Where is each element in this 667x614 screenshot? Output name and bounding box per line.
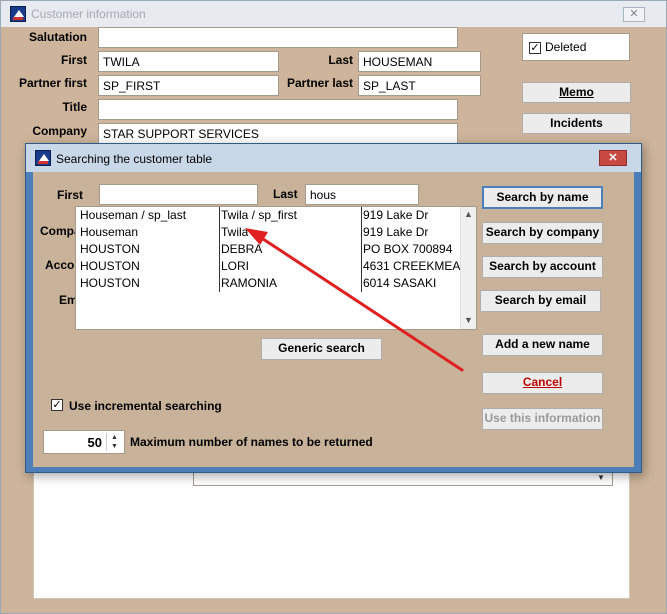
results-scrollbar[interactable]: ▲ ▼ bbox=[460, 207, 476, 329]
memo-button[interactable]: Memo bbox=[522, 82, 631, 103]
search-dialog-close-button[interactable]: ✕ bbox=[599, 150, 627, 166]
search-dialog-titlebar: Searching the customer table ✕ bbox=[26, 144, 641, 172]
result-row[interactable]: HOUSTON LORI 4631 CREEKMEA bbox=[76, 258, 461, 275]
customer-window-title: Customer information bbox=[31, 7, 146, 21]
spin-up-icon[interactable]: ▲ bbox=[107, 433, 122, 442]
search-first-input[interactable] bbox=[99, 184, 258, 205]
result-first-cell: LORI bbox=[221, 259, 250, 273]
result-address-cell: 919 Lake Dr bbox=[363, 225, 429, 239]
result-address-cell: 919 Lake Dr bbox=[363, 208, 429, 222]
partner-last-field[interactable]: SP_LAST bbox=[358, 75, 481, 96]
partner-first-label: Partner first bbox=[18, 76, 87, 90]
result-first-cell: RAMONIA bbox=[221, 276, 278, 290]
company-field[interactable]: STAR SUPPORT SERVICES bbox=[98, 123, 458, 144]
title-label: Title bbox=[62, 100, 87, 114]
result-address-cell: 4631 CREEKMEA bbox=[363, 259, 461, 273]
result-row[interactable]: Houseman Twila 919 Lake Dr bbox=[76, 224, 461, 241]
last-name-field[interactable]: HOUSEMAN bbox=[358, 51, 481, 72]
result-name-cell: HOUSTON bbox=[80, 242, 140, 256]
search-last-label: Last bbox=[273, 187, 298, 201]
result-row[interactable]: HOUSTON RAMONIA 6014 SASAKI bbox=[76, 275, 461, 292]
company-label: Company bbox=[32, 124, 87, 138]
max-names-stepper[interactable]: 50 ▲ ▼ bbox=[43, 430, 125, 454]
search-last-input[interactable]: hous bbox=[305, 184, 419, 205]
result-row[interactable]: Houseman / sp_last Twila / sp_first 919 … bbox=[76, 207, 461, 224]
max-names-value: 50 bbox=[87, 435, 102, 450]
first-name-label: First bbox=[60, 53, 87, 67]
salutation-field[interactable] bbox=[98, 27, 458, 48]
result-name-cell: HOUSTON bbox=[80, 259, 140, 273]
max-names-spin[interactable]: ▲ ▼ bbox=[106, 433, 122, 451]
search-by-account-button[interactable]: Search by account bbox=[482, 256, 603, 278]
scroll-down-icon[interactable]: ▼ bbox=[464, 315, 473, 325]
spin-down-icon[interactable]: ▼ bbox=[107, 442, 122, 451]
deleted-checkbox-panel: ✓ Deleted bbox=[522, 33, 630, 61]
scroll-up-icon[interactable]: ▲ bbox=[464, 209, 473, 219]
partner-last-label: Partner last bbox=[286, 76, 353, 90]
customer-lower-dropdown[interactable] bbox=[193, 471, 613, 486]
search-by-company-button[interactable]: Search by company bbox=[482, 222, 603, 244]
last-name-label: Last bbox=[328, 53, 353, 67]
search-first-label: First bbox=[57, 188, 84, 202]
deleted-checkbox[interactable]: ✓ bbox=[529, 41, 541, 54]
deleted-label: Deleted bbox=[545, 40, 587, 54]
search-customer-dialog: Searching the customer table ✕ First Las… bbox=[25, 143, 642, 473]
result-row[interactable]: HOUSTON DEBRA PO BOX 700894 bbox=[76, 241, 461, 258]
result-first-cell: Twila bbox=[221, 225, 249, 239]
add-new-name-button[interactable]: Add a new name bbox=[482, 334, 603, 356]
search-dialog-title: Searching the customer table bbox=[56, 152, 213, 166]
app-icon bbox=[35, 150, 51, 166]
salutation-label: Salutation bbox=[28, 30, 87, 44]
result-name-cell: HOUSTON bbox=[80, 276, 140, 290]
search-dialog-body: First Last hous Compa Accou Em Search by… bbox=[33, 172, 634, 467]
incremental-search-label: Use incremental searching bbox=[69, 399, 222, 413]
cancel-button[interactable]: Cancel bbox=[482, 372, 603, 394]
incidents-button[interactable]: Incidents bbox=[522, 113, 631, 134]
result-name-cell: Houseman / sp_last bbox=[80, 208, 187, 222]
max-names-label: Maximum number of names to be returned bbox=[130, 435, 373, 449]
incremental-search-checkbox[interactable]: ✓ bbox=[51, 399, 63, 411]
search-by-email-button[interactable]: Search by email bbox=[480, 290, 601, 312]
result-first-cell: DEBRA bbox=[221, 242, 263, 256]
first-name-field[interactable]: TWILA bbox=[98, 51, 279, 72]
partner-first-field[interactable]: SP_FIRST bbox=[98, 75, 279, 96]
customer-window-close-button[interactable]: ✕ bbox=[623, 7, 645, 22]
result-name-cell: Houseman bbox=[80, 225, 139, 239]
search-by-name-button[interactable]: Search by name bbox=[482, 186, 603, 209]
app-icon bbox=[10, 6, 26, 22]
result-address-cell: PO BOX 700894 bbox=[363, 242, 453, 256]
customer-lower-panel bbox=[33, 471, 630, 599]
result-address-cell: 6014 SASAKI bbox=[363, 276, 437, 290]
result-first-cell: Twila / sp_first bbox=[221, 208, 298, 222]
generic-search-button[interactable]: Generic search bbox=[261, 338, 382, 360]
chevron-down-icon[interactable]: ▼ bbox=[597, 473, 605, 482]
customer-window-titlebar: Customer information ✕ bbox=[1, 1, 666, 27]
title-field[interactable] bbox=[98, 99, 458, 120]
use-this-information-button[interactable]: Use this information bbox=[482, 408, 603, 430]
search-results-list[interactable]: Houseman / sp_last Twila / sp_first 919 … bbox=[75, 206, 477, 330]
